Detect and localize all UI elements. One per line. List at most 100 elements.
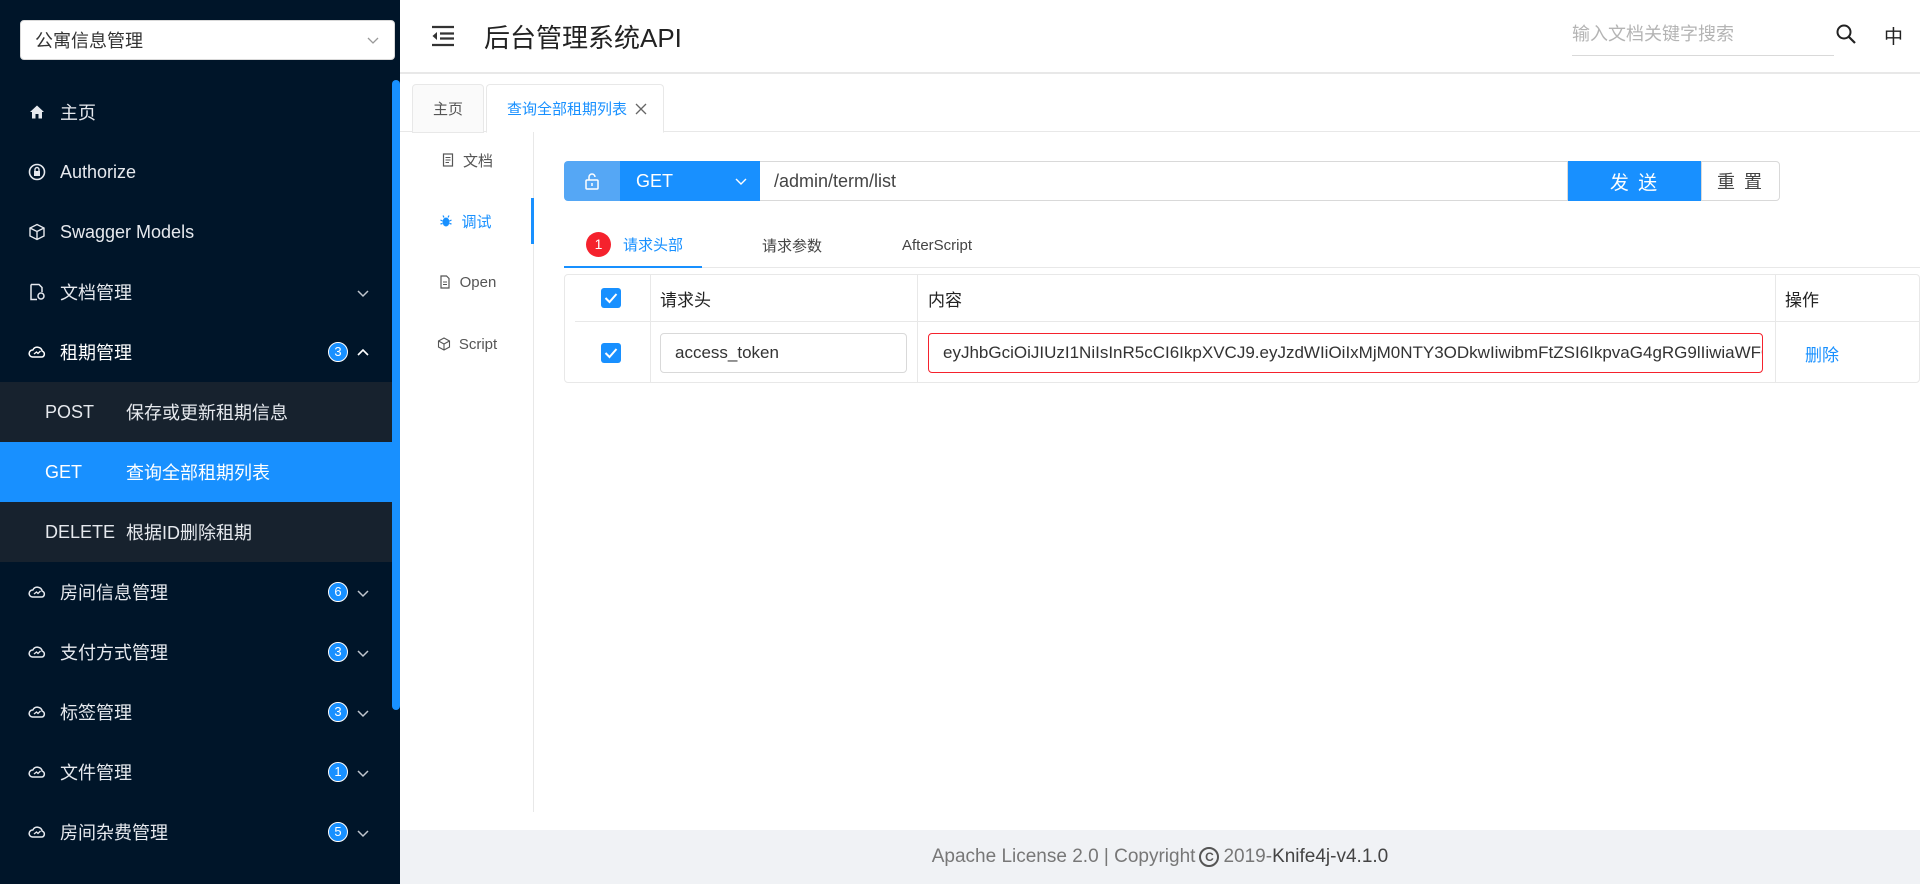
model-icon — [29, 223, 45, 241]
code-sandbox-icon — [437, 337, 450, 351]
search-input[interactable] — [1572, 14, 1834, 56]
sidebar-scrollbar[interactable] — [392, 80, 400, 710]
header-key-input[interactable]: access_token — [660, 333, 907, 373]
cloud-icon — [28, 826, 46, 838]
sidebar-item-label: Authorize — [60, 161, 137, 182]
sidebar-subitem-label: 查询全部租期列表 — [126, 463, 270, 483]
page-tabs: 主页 查询全部租期列表 — [400, 76, 1920, 133]
vtab-label: 调试 — [461, 213, 492, 231]
tab-label: 查询全部租期列表 — [507, 101, 628, 118]
chevron-down-icon — [357, 290, 369, 298]
close-icon[interactable] — [635, 103, 647, 115]
sidebar-item-payment[interactable]: 支付方式管理 3 — [0, 622, 392, 682]
check-icon — [604, 293, 618, 304]
unlock-icon — [585, 173, 599, 190]
header-value-input[interactable]: eyJhbGciOiJIUzI1NiIsInR5cCI6IkpXVCJ9.eyJ… — [928, 333, 1763, 373]
sidebar-item-label: Swagger Models — [60, 221, 195, 242]
chevron-down-icon — [367, 37, 379, 44]
sidebar-menu: 主页 Authorize Swagger Models 文档管理 租期管理 3 … — [0, 82, 392, 862]
chevron-down-icon — [357, 710, 369, 718]
sidebar-item-label: 主页 — [60, 103, 96, 123]
sidebar-subitem-delete-term[interactable]: DELETE 根据ID删除租期 — [0, 502, 392, 562]
chevron-down-icon — [357, 650, 369, 658]
file-icon — [440, 275, 450, 289]
sidebar-subitem-label: 保存或更新租期信息 — [126, 403, 288, 423]
top-header: 后台管理系统API 中 — [400, 0, 1920, 74]
column-divider — [917, 275, 918, 383]
document-icon — [442, 153, 454, 167]
tab-list-terms[interactable]: 查询全部租期列表 — [486, 84, 664, 133]
send-button[interactable]: 发 送 — [1568, 161, 1701, 201]
sidebar-item-home[interactable]: 主页 — [0, 82, 392, 142]
cloud-icon — [28, 706, 46, 718]
sidebar-item-authorize[interactable]: Authorize — [0, 142, 392, 202]
delete-header-link[interactable]: 删除 — [1805, 333, 1839, 373]
vtab-label: Script — [458, 335, 498, 353]
vtab-doc[interactable]: 文档 — [400, 140, 534, 180]
cloud-icon — [28, 646, 46, 658]
check-icon — [604, 348, 618, 359]
footer-year: 2019- — [1223, 846, 1273, 867]
sidebar-item-label: 文件管理 — [60, 763, 132, 783]
sidebar-item-label: 房间信息管理 — [60, 583, 168, 603]
chevron-down-icon — [735, 178, 747, 185]
sidebar-subitem-list-terms[interactable]: GET 查询全部租期列表 — [0, 442, 392, 502]
auth-lock-button[interactable] — [564, 161, 620, 201]
sidebar-item-files[interactable]: 文件管理 1 — [0, 742, 392, 802]
sidebar-item-tags[interactable]: 标签管理 3 — [0, 682, 392, 742]
sidebar-item-label: 文档管理 — [60, 283, 132, 303]
http-method-select[interactable]: GET — [620, 161, 760, 201]
project-select[interactable]: 公寓信息管理 — [20, 20, 395, 60]
subtab-label: 请求头部 — [623, 236, 684, 254]
sidebar-item-swagger-models[interactable]: Swagger Models — [0, 202, 392, 262]
request-subtabs: 1 请求头部 请求参数 AfterScript — [564, 222, 1920, 268]
tab-request-headers[interactable]: 1 请求头部 — [564, 222, 702, 268]
select-all-checkbox[interactable] — [601, 288, 621, 308]
chevron-up-icon — [357, 348, 369, 356]
chevron-down-icon — [357, 590, 369, 598]
project-select-value: 公寓信息管理 — [35, 31, 143, 51]
column-header-key: 请求头 — [660, 290, 711, 310]
sidebar-item-term-manage[interactable]: 租期管理 3 — [0, 322, 392, 382]
subtab-label: AfterScript — [902, 236, 973, 254]
vtab-label: Open — [459, 273, 497, 291]
count-badge: 3 — [328, 342, 348, 362]
headers-count-badge: 1 — [586, 231, 611, 257]
http-method-label: POST — [45, 401, 95, 422]
menu-fold-icon[interactable] — [430, 24, 456, 48]
sidebar-item-doc-manage[interactable]: 文档管理 — [0, 262, 392, 322]
sidebar-item-room-fees[interactable]: 房间杂费管理 5 — [0, 802, 392, 862]
header-divider — [575, 321, 1920, 322]
sidebar-item-label: 标签管理 — [60, 703, 132, 723]
http-method-value: GET — [636, 170, 674, 191]
tab-request-params[interactable]: 请求参数 — [762, 222, 822, 268]
vtab-open[interactable]: Open — [400, 262, 534, 302]
row-checkbox[interactable] — [601, 343, 621, 363]
chevron-down-icon — [357, 830, 369, 838]
http-method-label: GET — [45, 461, 83, 482]
sidebar-subitem-save-term[interactable]: POST 保存或更新租期信息 — [0, 382, 392, 442]
sidebar-item-room-info[interactable]: 房间信息管理 6 — [0, 562, 392, 622]
sidebar: 公寓信息管理 主页 Authorize Swagger Models 文档管理 … — [0, 0, 400, 884]
column-divider — [1775, 275, 1776, 383]
count-badge: 6 — [328, 582, 348, 602]
search-icon[interactable] — [1834, 22, 1858, 46]
request-url-input[interactable]: /admin/term/list — [760, 161, 1568, 201]
cloud-icon — [28, 766, 46, 778]
reset-button[interactable]: 重 置 — [1701, 161, 1780, 201]
api-view-tabs: 文档 调试 Open Script — [400, 132, 534, 812]
copyright-icon: C — [1199, 847, 1220, 867]
tab-home[interactable]: 主页 — [412, 84, 484, 133]
count-badge: 5 — [328, 822, 348, 842]
count-badge: 1 — [328, 762, 348, 782]
count-badge: 3 — [328, 702, 348, 722]
vtab-debug[interactable]: 调试 — [400, 198, 534, 244]
sidebar-subitem-label: 根据ID删除租期 — [126, 523, 252, 543]
footer: Apache License 2.0 | Copyright C 2019- K… — [400, 830, 1920, 884]
tab-after-script[interactable]: AfterScript — [902, 222, 972, 268]
sidebar-item-label: 支付方式管理 — [60, 643, 168, 663]
vtab-script[interactable]: Script — [400, 324, 534, 364]
column-header-value: 内容 — [928, 290, 962, 310]
language-switch[interactable]: 中 — [1884, 22, 1903, 49]
count-badge: 3 — [328, 642, 348, 662]
